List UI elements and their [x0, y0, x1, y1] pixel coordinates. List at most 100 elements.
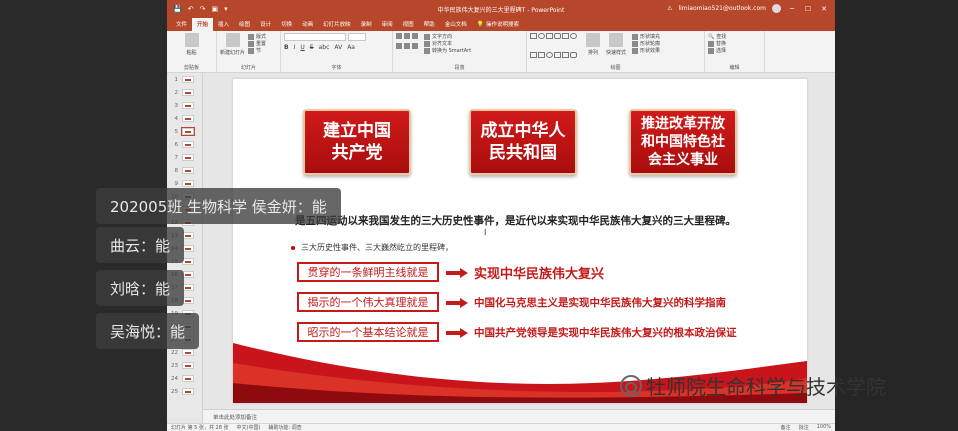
milestone-box-2[interactable]: 成立中华人 民共和国: [469, 109, 577, 175]
select-button[interactable]: 选择: [708, 47, 761, 54]
slide-thumbnail[interactable]: 25: [167, 385, 202, 398]
language-indicator[interactable]: 中文(中国): [237, 424, 261, 431]
find-button[interactable]: 🔍 查找: [708, 33, 761, 41]
bullet-line[interactable]: 三大历史性事件、三大巍然屹立的里程碑，: [291, 242, 453, 253]
slide-number: 24: [171, 375, 178, 382]
milestone-box-3[interactable]: 推进改革开放 和中国特色社 会主义事业: [629, 109, 737, 175]
align-right-icon: [412, 43, 418, 49]
undo-icon[interactable]: ↶: [188, 5, 194, 13]
shape-fill-button[interactable]: 形状填充: [632, 33, 660, 40]
select-icon: [708, 47, 714, 54]
minimize-button[interactable]: ─: [787, 5, 797, 13]
warning-icon: ⚠: [667, 5, 673, 12]
slide-thumbnail[interactable]: 23: [167, 359, 202, 372]
shape-effects-label: 形状效果: [640, 48, 661, 54]
maximize-button[interactable]: ☐: [803, 5, 813, 13]
section-button[interactable]: 节: [248, 47, 266, 54]
paste-icon: [184, 33, 199, 47]
tab-slideshow[interactable]: 幻灯片放映: [318, 18, 356, 31]
layout-button[interactable]: 版式: [248, 33, 266, 40]
tab-transitions[interactable]: 切换: [276, 18, 297, 31]
watermark-text: 牡师院生命科学与技术学院: [646, 375, 886, 399]
font-name-select[interactable]: [284, 33, 346, 41]
row-text-1[interactable]: 实现中华民族伟大复兴: [474, 263, 604, 282]
reset-button[interactable]: 重置: [248, 40, 266, 47]
milestone-box-1[interactable]: 建立中国 共产党: [303, 109, 411, 175]
notes-pane[interactable]: 单击此处添加备注: [203, 409, 835, 423]
tab-view[interactable]: 视图: [398, 18, 419, 31]
tab-design[interactable]: 设计: [255, 18, 276, 31]
redo-icon[interactable]: ↷: [200, 5, 206, 13]
slide-thumbnail[interactable]: 6: [167, 138, 202, 151]
slide-thumbnail[interactable]: 2: [167, 86, 202, 99]
replace-button[interactable]: 替换: [708, 40, 761, 47]
group-drawing: 排列 快速样式 形状填充 形状轮廓 形状效果 绘图: [527, 31, 705, 72]
smartart-button[interactable]: 转换为 SmartArt: [424, 47, 471, 54]
row-label-1[interactable]: 贯穿的一条鲜明主线就是: [297, 262, 439, 282]
shape-oval-icon: [546, 52, 553, 58]
italic-button[interactable]: I: [294, 44, 296, 51]
align-controls[interactable]: [396, 43, 418, 49]
group-slides: 新建幻灯片 版式 重置 节 幻灯片: [217, 31, 281, 72]
slide-thumbnail[interactable]: 4: [167, 112, 202, 125]
customize-icon[interactable]: ▾: [224, 5, 228, 13]
strikethrough-button[interactable]: S: [310, 44, 314, 51]
slide-preview: [182, 115, 194, 122]
arrow-right-icon: [446, 298, 468, 308]
select-label: 选择: [716, 48, 727, 54]
case-button[interactable]: Aa: [347, 44, 355, 51]
bold-button[interactable]: B: [284, 44, 289, 51]
slide-number: 2: [174, 89, 179, 96]
shape-rect-icon: [554, 52, 561, 58]
tab-help[interactable]: 帮助: [419, 18, 440, 31]
paste-button[interactable]: 粘贴: [170, 33, 213, 56]
tab-review[interactable]: 审阅: [377, 18, 398, 31]
present-icon[interactable]: ▣: [211, 5, 218, 13]
main-statement[interactable]: 是五四运动以来我国发生的三大历史性事件，是近代以来实现中华民族伟大复兴的三大里程…: [295, 213, 736, 228]
shape-oval-icon: [538, 33, 545, 39]
tab-file[interactable]: 文件: [171, 18, 192, 31]
zoom-level[interactable]: 100%: [817, 424, 831, 431]
find-label: 查找: [716, 34, 727, 40]
tell-me-search[interactable]: 💡 操作说明搜索: [472, 18, 524, 31]
account-email[interactable]: limiaomiao521@outlook.com: [678, 5, 766, 12]
tab-kdocs[interactable]: 金山文档: [440, 18, 472, 31]
tab-insert[interactable]: 插入: [213, 18, 234, 31]
close-button[interactable]: ✕: [819, 5, 829, 13]
ribbon-tabs: 文件 开始 插入 绘图 设计 切换 动画 幻灯片放映 录制 审阅 视图 帮助 金…: [167, 17, 835, 31]
row-text-2[interactable]: 中国化马克思主义是实现中华民族伟大复兴的科学指南: [474, 295, 726, 310]
slide-canvas[interactable]: 建立中国 共产党 成立中华人 民共和国 推进改革开放 和中国特色社 会主义事业 是五四运…: [233, 79, 807, 403]
underline-button[interactable]: U: [300, 44, 304, 51]
text-direction-button[interactable]: 文字方向: [424, 33, 471, 40]
row-label-2[interactable]: 揭示的一个伟大真理就是: [297, 292, 439, 312]
accessibility-status[interactable]: 辅助功能: 调查: [268, 424, 301, 431]
tab-home[interactable]: 开始: [192, 18, 214, 31]
group-label-slides: 幻灯片: [240, 65, 256, 71]
shape-outline-button[interactable]: 形状轮廓: [632, 40, 660, 47]
avatar[interactable]: [772, 4, 781, 13]
slide-number: 6: [174, 141, 179, 148]
comments-toggle[interactable]: 批注: [799, 424, 809, 431]
paragraph-content: 文字方向 对齐文本 转换为 SmartArt: [396, 33, 523, 54]
slide-thumbnail[interactable]: 1: [167, 73, 202, 86]
align-text-button[interactable]: 对齐文本: [424, 40, 471, 47]
slide-thumbnail[interactable]: 7: [167, 151, 202, 164]
shape-effects-button[interactable]: 形状效果: [632, 47, 660, 54]
tab-record[interactable]: 录制: [356, 18, 377, 31]
font-size-select[interactable]: [348, 33, 366, 41]
tab-animations[interactable]: 动画: [297, 18, 318, 31]
arrange-icon: [586, 33, 600, 47]
spacing-button[interactable]: AV: [334, 44, 342, 51]
slide-thumbnail[interactable]: 24: [167, 372, 202, 385]
notes-toggle[interactable]: 备注: [781, 424, 791, 431]
quick-styles-label: 快速样式: [606, 50, 627, 56]
list-controls[interactable]: [396, 33, 418, 39]
chat-message-1: 202005班 生物科学 侯金妍：能: [96, 188, 341, 224]
chat-message-4: 吴海悦：能: [96, 313, 200, 349]
save-icon[interactable]: 💾: [173, 5, 182, 13]
tab-draw[interactable]: 绘图: [234, 18, 255, 31]
slide-thumbnail[interactable]: 3: [167, 99, 202, 112]
slide-thumbnail[interactable]: 8: [167, 164, 202, 177]
slide-thumbnail[interactable]: 5: [167, 125, 202, 138]
shadow-button[interactable]: abc: [319, 44, 330, 51]
